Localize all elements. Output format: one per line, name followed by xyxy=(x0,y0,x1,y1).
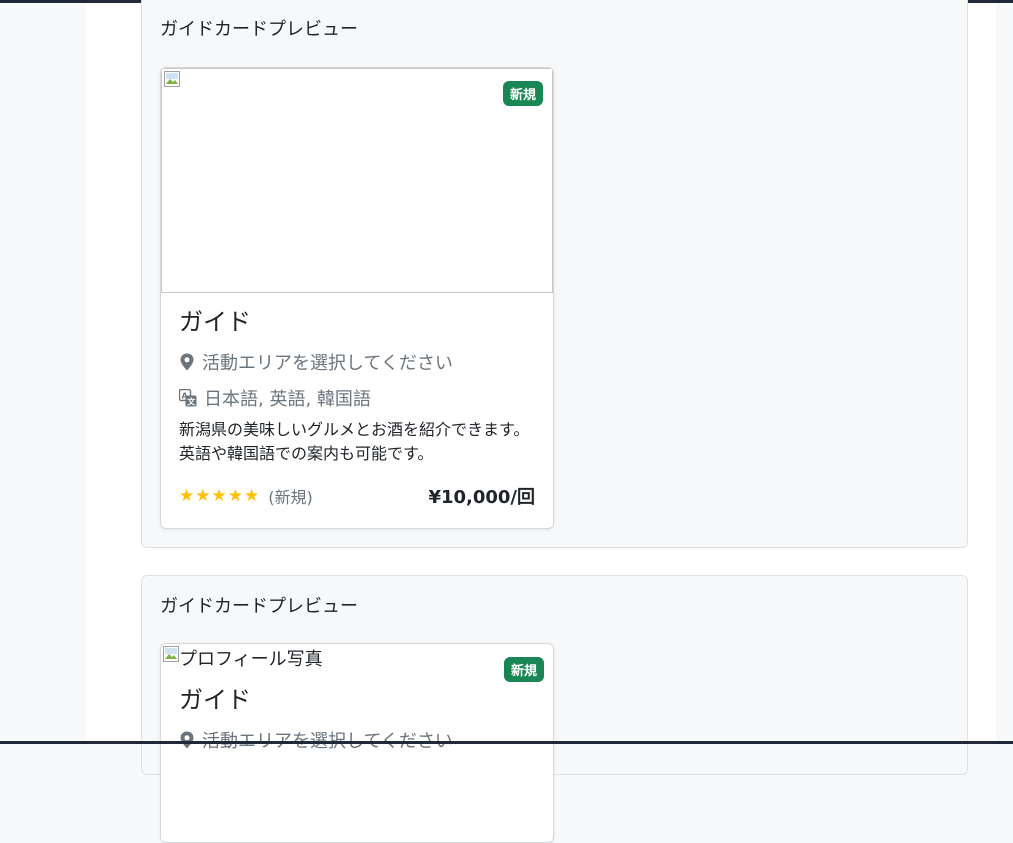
price: ¥10,000/回 xyxy=(428,487,535,508)
area-text: 活動エリアを選択してください xyxy=(202,353,453,374)
profile-photo: プロフィール写真 新規 xyxy=(161,644,553,684)
translate-icon: A 文 xyxy=(179,389,197,407)
rating-text: (新規) xyxy=(268,488,313,507)
broken-image-icon xyxy=(163,646,179,662)
broken-image-icon xyxy=(164,71,180,87)
map-pin-icon xyxy=(180,731,194,749)
languages-text: 日本語, 英語, 韓国語 xyxy=(204,389,371,410)
guide-card-preview-panel: ガイドカードプレビュー プロフィール写真 新規 ガイド 活動エリアを選択してくだ… xyxy=(141,575,968,843)
guide-name: ガイド xyxy=(179,686,251,714)
new-badge: 新規 xyxy=(503,657,544,682)
photo-alt-text: プロフィール写真 xyxy=(179,649,323,670)
area-row: 活動エリアを選択してください xyxy=(179,722,535,758)
guide-card-preview-panel: ガイドカードプレビュー 新規 ガイド 活動エリアを選択してください A 文 日本… xyxy=(141,0,968,548)
svg-text:文: 文 xyxy=(187,397,196,407)
profile-photo: 新規 xyxy=(161,68,553,293)
languages-row: A 文 日本語, 英語, 韓国語 xyxy=(179,380,535,416)
rating: ★★★★★ (新規) xyxy=(179,484,313,508)
star-rating-icon: ★★★★★ xyxy=(179,486,261,506)
map-pin-icon xyxy=(180,353,194,371)
panel-title: ガイドカードプレビュー xyxy=(160,19,358,40)
card-footer: ★★★★★ (新規) ¥10,000/回 xyxy=(179,483,535,509)
card-body: ガイド 活動エリアを選択してください A 文 日本語, 英語, 韓国語 新潟県の… xyxy=(179,306,535,466)
guide-card[interactable]: 新規 ガイド 活動エリアを選択してください A 文 日本語, 英語, 韓国語 新… xyxy=(160,67,554,529)
new-badge: 新規 xyxy=(502,81,543,106)
area-row: 活動エリアを選択してください xyxy=(179,344,535,380)
guide-name: ガイド xyxy=(179,308,251,336)
card-body: ガイド 活動エリアを選択してください xyxy=(179,684,535,758)
area-text: 活動エリアを選択してください xyxy=(202,731,453,752)
panel-title: ガイドカードプレビュー xyxy=(160,596,358,617)
guide-description: 新潟県の美味しいグルメとお酒を紹介できます。英語や韓国語での案内も可能です。 xyxy=(179,420,530,463)
